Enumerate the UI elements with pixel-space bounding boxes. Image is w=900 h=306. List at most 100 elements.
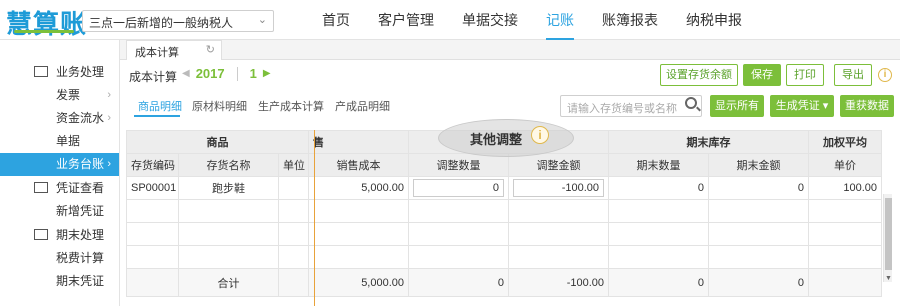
header-goods: 商品 [125,130,310,154]
subtab-active-underline [134,115,180,117]
search-icon[interactable] [685,97,697,109]
chevron-right-icon: › [107,158,111,170]
adjust-qty-input[interactable]: 0 [413,179,505,197]
total-end-qty: 0 [608,268,710,297]
info-icon[interactable]: i [531,126,549,144]
column-header: 调整金额 [508,153,610,177]
vertical-scrollbar[interactable]: ▼ [883,194,892,282]
page-title: 成本计算 [129,70,178,84]
cell-unit-price: 100.00 [808,176,883,200]
sidebar-item-cashflow[interactable]: 资金流水 › [0,107,119,130]
year-value: 2017 [195,66,225,81]
print-button[interactable]: 打印 [786,64,824,86]
sidebar-item-new-voucher[interactable]: 新增凭证 [0,200,119,223]
sidebar: 业务处理 发票 › 资金流水 › 单据 业务台账 › 凭证查看 新增凭证 期末处… [0,40,120,306]
sidebar-item-receipts[interactable]: 单据 [0,130,119,153]
scrollbar-thumb[interactable] [885,198,892,270]
show-all-button[interactable]: 显示所有 [710,95,764,117]
sidebar-group-label: 凭证查看 [56,181,105,195]
table-row[interactable]: SP00001 跑步鞋 5,000.00 0 -100.00 0 0 100.0… [126,176,883,200]
prev-year-icon[interactable]: ◀ [182,68,190,79]
nav-reports[interactable]: 账簿报表 [602,0,658,40]
folder-icon [34,66,48,77]
sidebar-group-voucher[interactable]: 凭证查看 [0,176,119,200]
logo-underline [14,30,74,33]
sidebar-item-tax-calc[interactable]: 税费计算 [0,247,119,270]
sidebar-item-label: 发票 [56,88,81,102]
tab-cost-calc[interactable]: 成本计算 ↻ [126,40,222,60]
highlight-label: 其他调整 [470,132,523,147]
sidebar-group-label: 期末处理 [56,228,105,242]
subtab-production-cost[interactable]: 生产成本计算 [258,98,324,114]
cell-adj-amount: -100.00 [508,176,610,200]
next-month-icon[interactable]: ▶ [263,68,271,79]
save-button[interactable]: 保存 [743,64,781,86]
company-select[interactable]: 三点一后新增的一般纳税人 ⌄ [82,10,274,32]
column-header: 期末金额 [708,153,810,177]
table-row-empty [126,245,883,269]
cell-end-qty: 0 [608,176,710,200]
divider [236,66,238,81]
header-weighted: 加权平均 [808,130,883,154]
brand-logo[interactable]: 慧算账 [6,4,87,41]
sidebar-item-invoice[interactable]: 发票 › [0,84,119,107]
scroll-down-icon[interactable]: ▼ [885,275,892,282]
sidebar-item-period-voucher[interactable]: 期末凭证 [0,270,119,293]
set-inventory-button[interactable]: 设置存货余额 [660,64,738,86]
chevron-down-icon: ⌄ [257,14,267,26]
column-header: 调整数量 [408,153,510,177]
period-end-icon [34,229,48,240]
sidebar-item-label: 期末凭证 [56,274,105,288]
refresh-icon[interactable]: ↻ [206,43,215,56]
nav-tax[interactable]: 纳税申报 [686,0,742,40]
subtab-goods-detail[interactable]: 商品明细 [138,98,182,114]
cell-end-amount: 0 [708,176,810,200]
total-sales-cost: 5,000.00 [308,268,410,297]
generate-voucher-button[interactable]: 生成凭证 ▾ [770,95,834,117]
cell-unit [277,176,310,200]
refetch-button[interactable]: 重获数据 [840,95,894,117]
export-button[interactable]: 导出 [834,64,872,86]
table-row-empty [126,199,883,223]
tab-label: 成本计算 [135,47,179,59]
table-total-row: 合计 5,000.00 0 -100.00 0 0 [126,268,883,297]
column-header: 单价 [808,153,883,177]
total-adj-amount: -100.00 [508,268,610,297]
column-header: 期末数量 [608,153,710,177]
caret-down-icon: ▾ [822,100,829,112]
cell-name: 跑步鞋 [178,176,279,200]
cell-sales-cost: 5,000.00 [308,176,410,200]
frozen-column-divider [314,130,315,306]
info-icon[interactable]: i [878,68,892,82]
sidebar-item-label: 业务台账 [56,157,105,171]
sidebar-item-ledger[interactable]: 业务台账 › [0,153,119,176]
nav-bookkeeping[interactable]: 记账 [546,0,574,40]
total-adj-qty: 0 [408,268,510,297]
subtab-finished-goods[interactable]: 产成品明细 [335,98,390,114]
header-sales: 售 [308,130,410,154]
sidebar-item-label: 税费计算 [56,251,105,265]
sidebar-group-label: 业务处理 [56,65,105,79]
search-placeholder: 请输入存货编号或名称 [567,103,677,115]
sidebar-item-label: 单据 [56,134,81,148]
nav-home[interactable]: 首页 [322,0,350,40]
voucher-icon [34,182,48,193]
period-selector: ◀ 2017 1 ▶ [176,66,277,81]
sidebar-group-period-end[interactable]: 期末处理 [0,223,119,247]
top-bar: 慧算账 三点一后新增的一般纳税人 ⌄ 首页 客户管理 单据交接 记账 账簿报表 … [0,0,900,40]
adjust-amount-input[interactable]: -100.00 [513,179,605,197]
column-header: 销售成本 [308,153,410,177]
nav-documents[interactable]: 单据交接 [462,0,518,40]
company-select-value: 三点一后新增的一般纳税人 [89,16,234,30]
search-input[interactable]: 请输入存货编号或名称 [560,95,702,117]
total-label: 合计 [178,268,279,297]
page-toolbar: 成本计算 ◀ 2017 1 ▶ 设置存货余额 保存 打印 导出 i [120,60,900,90]
subtab-material-detail[interactable]: 原材料明细 [192,98,247,114]
cell-adj-qty: 0 [408,176,510,200]
generate-voucher-label: 生成凭证 [775,100,820,112]
sidebar-group-business[interactable]: 业务处理 [0,60,119,84]
main-nav: 首页 客户管理 单据交接 记账 账簿报表 纳税申报 [322,0,770,40]
nav-customers[interactable]: 客户管理 [378,0,434,40]
tab-strip: 成本计算 ↻ [120,40,900,60]
total-end-amount: 0 [708,268,810,297]
